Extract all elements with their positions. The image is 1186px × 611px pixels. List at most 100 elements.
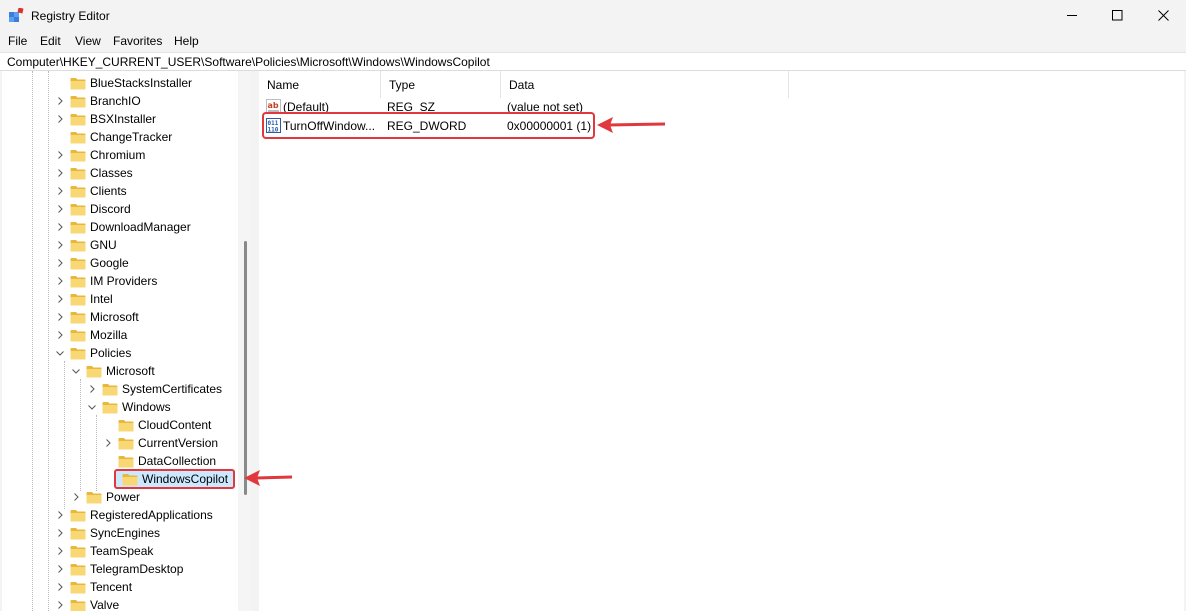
tree-item-content[interactable]: SystemCertificates (98, 382, 222, 396)
tree-item-datacollection[interactable]: DataCollection (102, 452, 216, 470)
address-bar[interactable]: Computer\HKEY_CURRENT_USER\Software\Poli… (0, 52, 1186, 71)
tree-item-content[interactable]: DataCollection (114, 454, 216, 468)
tree-expander[interactable] (54, 326, 66, 344)
column-name[interactable]: Name (259, 71, 381, 98)
tree-item-content[interactable]: RegisteredApplications (66, 508, 213, 522)
tree-expander[interactable] (86, 380, 98, 398)
tree-item-currentversion[interactable]: CurrentVersion (102, 434, 218, 452)
tree-item-content[interactable]: Power (82, 490, 140, 504)
tree-expander[interactable] (54, 560, 66, 578)
tree-item-content[interactable]: Policies (66, 346, 131, 360)
tree-expander[interactable] (54, 218, 66, 236)
close-button[interactable] (1140, 0, 1186, 31)
tree-item-tencent[interactable]: Tencent (54, 578, 132, 596)
tree-expander[interactable] (54, 596, 66, 611)
tree-item-content[interactable]: BlueStacksInstaller (66, 76, 192, 90)
tree-expander[interactable] (70, 362, 82, 380)
tree-item-content[interactable]: Classes (66, 166, 133, 180)
tree-item-registeredapplications[interactable]: RegisteredApplications (54, 506, 213, 524)
menu-help[interactable]: Help (174, 34, 199, 48)
tree-item-content[interactable]: DownloadManager (66, 220, 191, 234)
maximize-button[interactable] (1094, 0, 1140, 31)
tree-item-google[interactable]: Google (54, 254, 129, 272)
tree-item-telegramdesktop[interactable]: TelegramDesktop (54, 560, 183, 578)
tree-item-content[interactable]: BSXInstaller (66, 112, 156, 126)
tree-item-content[interactable]: ChangeTracker (66, 130, 172, 144)
tree-item-bluestacksinstaller[interactable]: BlueStacksInstaller (54, 74, 192, 92)
tree-expander[interactable] (54, 200, 66, 218)
tree-expander[interactable] (54, 506, 66, 524)
tree-item-downloadmanager[interactable]: DownloadManager (54, 218, 191, 236)
tree-expander[interactable] (54, 146, 66, 164)
tree-item-chromium[interactable]: Chromium (54, 146, 145, 164)
tree-expander[interactable] (54, 92, 66, 110)
menu-view[interactable]: View (75, 34, 101, 48)
tree-expander[interactable] (86, 398, 98, 416)
tree-item-intel[interactable]: Intel (54, 290, 113, 308)
tree-item-im-providers[interactable]: IM Providers (54, 272, 157, 290)
tree-scrollbar-thumb[interactable] (244, 241, 247, 495)
tree-expander[interactable] (70, 488, 82, 506)
column-data[interactable]: Data (501, 71, 789, 98)
tree-item-windows[interactable]: Windows (86, 398, 171, 416)
tree-item-cloudcontent[interactable]: CloudContent (102, 416, 211, 434)
tree-expander[interactable] (54, 254, 66, 272)
tree-item-windowscopilot[interactable]: WindowsCopilot (102, 469, 236, 489)
tree-item-content[interactable]: Windows (98, 400, 171, 414)
tree-item-content[interactable]: Discord (66, 202, 131, 216)
tree-item-systemcertificates[interactable]: SystemCertificates (86, 380, 222, 398)
tree-item-content[interactable]: SyncEngines (66, 526, 160, 540)
tree-item-power[interactable]: Power (70, 488, 140, 506)
tree-item-teamspeak[interactable]: TeamSpeak (54, 542, 153, 560)
minimize-button[interactable] (1049, 0, 1095, 31)
tree-item-content[interactable]: Mozilla (66, 328, 127, 342)
tree-item-branchio[interactable]: BranchIO (54, 92, 141, 110)
tree-item-valve[interactable]: Valve (54, 596, 119, 611)
tree-item-content[interactable]: Clients (66, 184, 127, 198)
address-path[interactable]: Computer\HKEY_CURRENT_USER\Software\Poli… (7, 55, 490, 69)
menu-file[interactable]: File (8, 34, 27, 48)
tree-item-microsoft[interactable]: Microsoft (70, 362, 155, 380)
tree-item-clients[interactable]: Clients (54, 182, 127, 200)
column-type[interactable]: Type (381, 71, 501, 98)
tree-item-content[interactable]: Microsoft (82, 364, 155, 378)
tree-item-content[interactable]: TeamSpeak (66, 544, 153, 558)
tree-expander[interactable] (54, 542, 66, 560)
tree-item-content[interactable]: Tencent (66, 580, 132, 594)
menu-favorites[interactable]: Favorites (113, 34, 162, 48)
tree-expander[interactable] (54, 308, 66, 326)
key-tree-pane[interactable]: BlueStacksInstaller BranchIO BSXInstaller C… (2, 71, 251, 611)
tree-item-discord[interactable]: Discord (54, 200, 131, 218)
tree-expander[interactable] (54, 272, 66, 290)
tree-item-content[interactable]: Valve (66, 598, 119, 611)
tree-expander[interactable] (54, 578, 66, 596)
tree-item-mozilla[interactable]: Mozilla (54, 326, 127, 344)
values-list-pane[interactable]: Name Type Data ab (Default) REG_SZ (valu… (259, 71, 1184, 611)
tree-item-content[interactable]: Intel (66, 292, 113, 306)
tree-item-content[interactable]: WindowsCopilot (114, 469, 236, 489)
tree-expander[interactable] (54, 524, 66, 542)
tree-item-gnu[interactable]: GNU (54, 236, 117, 254)
tree-item-changetracker[interactable]: ChangeTracker (54, 128, 172, 146)
tree-item-microsoft[interactable]: Microsoft (54, 308, 139, 326)
tree-item-syncengines[interactable]: SyncEngines (54, 524, 160, 542)
tree-expander[interactable] (54, 344, 66, 362)
tree-expander[interactable] (54, 290, 66, 308)
tree-expander[interactable] (54, 110, 66, 128)
tree-expander[interactable] (54, 182, 66, 200)
menu-edit[interactable]: Edit (40, 34, 61, 48)
tree-expander[interactable] (54, 164, 66, 182)
tree-item-content[interactable]: BranchIO (66, 94, 141, 108)
tree-item-bsxinstaller[interactable]: BSXInstaller (54, 110, 156, 128)
tree-item-classes[interactable]: Classes (54, 164, 133, 182)
tree-item-content[interactable]: CloudContent (114, 418, 211, 432)
tree-item-content[interactable]: IM Providers (66, 274, 157, 288)
tree-item-policies[interactable]: Policies (54, 344, 131, 362)
tree-expander[interactable] (54, 236, 66, 254)
tree-item-content[interactable]: Microsoft (66, 310, 139, 324)
tree-item-content[interactable]: Chromium (66, 148, 145, 162)
tree-item-content[interactable]: TelegramDesktop (66, 562, 183, 576)
tree-item-content[interactable]: GNU (66, 238, 117, 252)
tree-scrollbar[interactable] (238, 71, 251, 611)
tree-item-content[interactable]: CurrentVersion (114, 436, 218, 450)
